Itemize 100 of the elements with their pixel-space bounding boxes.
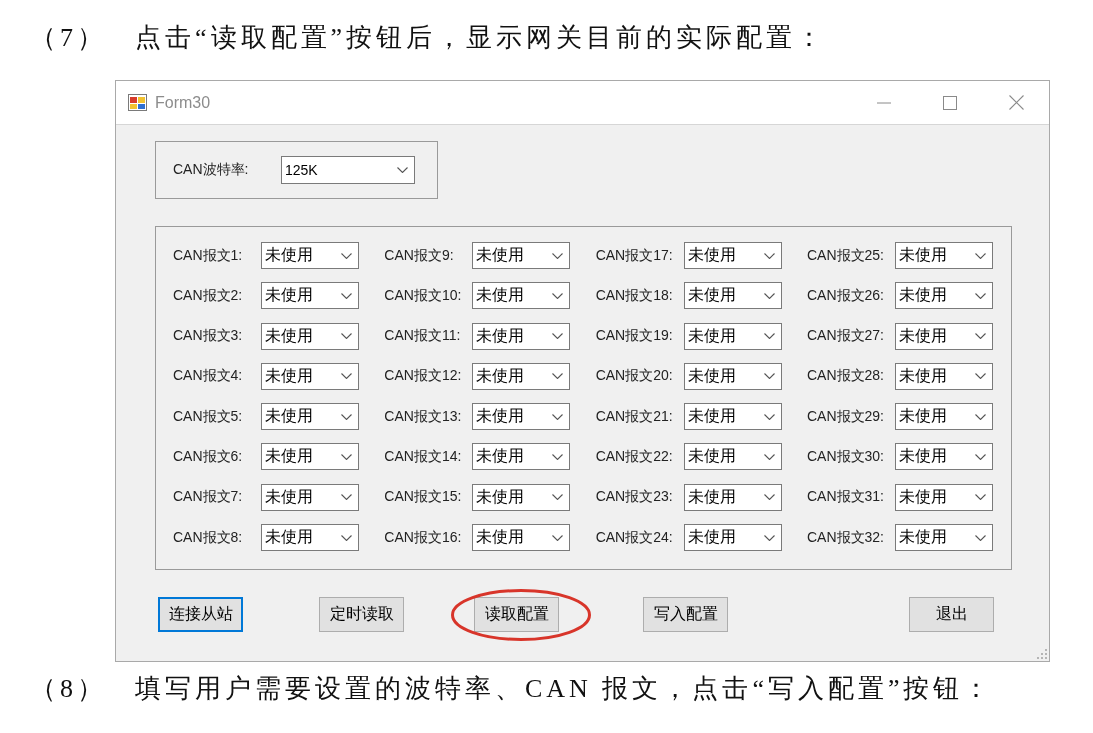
message-dropdown[interactable]: 未使用 [261, 322, 359, 350]
chevron-icon [975, 292, 986, 299]
message-label: CAN报文22: [595, 448, 674, 466]
message-dropdown[interactable]: 未使用 [683, 403, 782, 431]
chevron-icon [341, 373, 352, 380]
chevron-icon [341, 454, 352, 460]
message-dropdown[interactable]: 未使用 [895, 483, 993, 511]
message-label: CAN报文6: [173, 448, 244, 466]
message-dropdown[interactable]: 未使用 [472, 362, 571, 390]
chevron-icon [341, 333, 352, 340]
message-label: CAN报文29: [807, 407, 885, 426]
message-dropdown[interactable]: 未使用 [261, 483, 359, 511]
message-dropdown[interactable]: 未使用 [895, 242, 993, 269]
message-dropdown[interactable]: 未使用 [472, 282, 571, 310]
message-label: CAN报文14: [384, 448, 463, 466]
message-dropdown[interactable]: 未使用 [683, 483, 782, 511]
chevron-icon [975, 454, 986, 460]
message-dropdown[interactable]: 未使用 [683, 322, 782, 350]
message-label: CAN报文2: [173, 286, 244, 305]
message-dropdown[interactable]: 未使用 [472, 443, 571, 471]
chevron-icon [763, 252, 775, 259]
chevron-icon [763, 454, 775, 460]
message-label: CAN报文4: [173, 367, 244, 386]
message-label: CAN报文20: [595, 367, 674, 386]
message-dropdown[interactable]: 未使用 [261, 524, 359, 552]
chevron-icon [552, 454, 564, 460]
message-dropdown[interactable]: 未使用 [472, 483, 571, 511]
message-dropdown[interactable]: 未使用 [683, 362, 782, 390]
chevron-icon [552, 252, 564, 259]
message-label: CAN报文5: [173, 407, 244, 426]
message-dropdown[interactable]: 未使用 [683, 524, 782, 552]
message-dropdown[interactable]: 未使用 [261, 403, 359, 431]
message-label: CAN报文10: [384, 286, 463, 305]
message-dropdown[interactable]: 未使用 [683, 443, 782, 471]
action-button[interactable]: 写入配置 [643, 597, 728, 632]
message-dropdown[interactable]: 未使用 [895, 362, 993, 390]
action-button[interactable]: 定时读取 [319, 597, 404, 632]
message-dropdown[interactable]: 未使用 [472, 242, 571, 269]
message-label: CAN报文7: [173, 488, 244, 507]
chevron-icon [975, 494, 986, 501]
message-label: CAN报文26: [807, 286, 885, 305]
chevron-icon [397, 167, 408, 173]
message-dropdown[interactable]: 未使用 [895, 403, 993, 431]
message-label: CAN报文15: [384, 488, 463, 507]
chevron-icon [975, 252, 986, 259]
message-dropdown[interactable]: 未使用 [895, 322, 993, 350]
resize-grip-icon[interactable] [1037, 649, 1047, 659]
chevron-icon [341, 534, 352, 541]
message-label: CAN报文25: [807, 246, 885, 265]
message-label: CAN报文11: [384, 327, 462, 346]
message-label: CAN报文31: [807, 488, 885, 507]
message-label: CAN报文8: [173, 528, 244, 547]
minimize-icon[interactable] [877, 101, 891, 104]
message-dropdown[interactable]: 未使用 [472, 322, 571, 350]
message-dropdown[interactable]: 未使用 [895, 524, 993, 552]
message-label: CAN报文23: [595, 488, 674, 507]
step-text: 点击“读取配置”按钮后，显示网关目前的实际配置： [135, 21, 827, 54]
message-dropdown[interactable]: 未使用 [895, 443, 993, 471]
message-label: CAN报文9: [384, 246, 455, 265]
message-label: CAN报文1: [173, 246, 244, 265]
chevron-icon [763, 494, 775, 501]
chevron-icon [975, 413, 986, 420]
chevron-icon [763, 292, 775, 299]
message-label: CAN报文32: [807, 528, 885, 547]
message-dropdown[interactable]: 未使用 [683, 242, 782, 269]
message-dropdown[interactable]: 未使用 [261, 242, 359, 269]
action-button[interactable]: 连接从站 [158, 597, 243, 632]
chevron-icon [763, 373, 775, 380]
message-label: CAN报文28: [807, 367, 885, 386]
chevron-icon [763, 413, 775, 420]
action-button[interactable]: 读取配置 [474, 597, 559, 632]
window-title: Form30 [155, 93, 211, 112]
chevron-icon [552, 494, 564, 501]
message-dropdown[interactable]: 未使用 [895, 282, 993, 310]
message-dropdown[interactable]: 未使用 [261, 443, 359, 471]
chevron-icon [341, 494, 352, 501]
baud-rate-dropdown[interactable]: 125K [281, 156, 415, 184]
maximize-icon[interactable] [943, 95, 957, 110]
message-label: CAN报文17: [595, 246, 674, 265]
chevron-icon [552, 333, 564, 340]
app-icon [128, 94, 147, 111]
chevron-icon [975, 333, 986, 340]
message-label: CAN报文13: [384, 407, 463, 426]
message-dropdown[interactable]: 未使用 [683, 282, 782, 310]
message-dropdown[interactable]: 未使用 [261, 362, 359, 390]
chevron-icon [975, 534, 986, 541]
message-label: CAN报文3: [173, 327, 244, 346]
message-dropdown[interactable]: 未使用 [261, 282, 359, 310]
chevron-icon [552, 373, 564, 380]
chevron-icon [341, 413, 352, 420]
message-label: CAN报文18: [595, 286, 674, 305]
message-label: CAN报文21: [595, 407, 674, 426]
message-label: CAN报文30: [807, 448, 885, 466]
chevron-icon [763, 534, 775, 541]
chevron-icon [341, 292, 352, 299]
message-label: CAN报文27: [807, 327, 885, 346]
action-button[interactable]: 退出 [909, 597, 994, 632]
close-icon[interactable] [1008, 95, 1024, 110]
message-dropdown[interactable]: 未使用 [472, 524, 571, 552]
message-dropdown[interactable]: 未使用 [472, 403, 571, 431]
